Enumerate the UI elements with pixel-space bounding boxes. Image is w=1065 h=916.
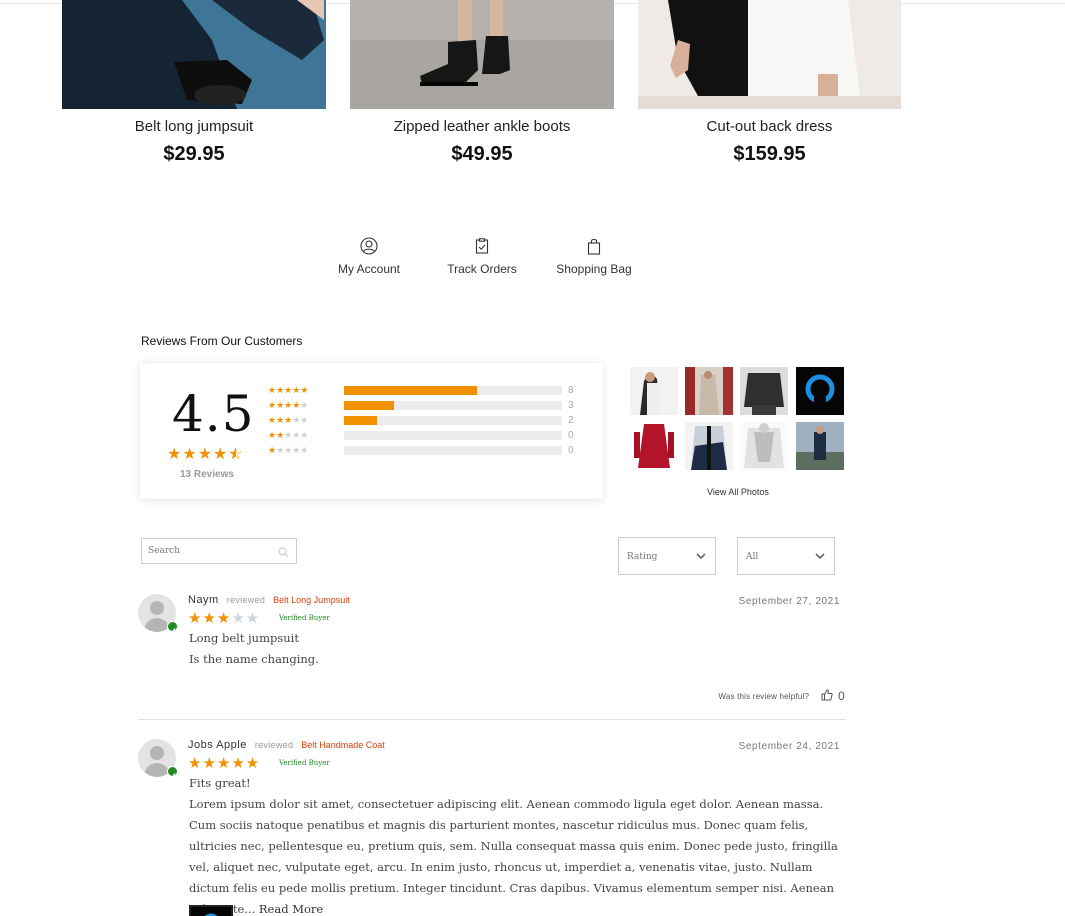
my-account-label: My Account xyxy=(337,262,401,276)
product-card-cut-out-dress[interactable]: Cut-out back dress $159.95 xyxy=(638,0,901,166)
rating-filter-select[interactable]: Rating xyxy=(618,537,716,575)
rating-count: 8 xyxy=(568,384,574,396)
stars-2: ★★★★★ xyxy=(268,429,309,440)
product-card-ankle-boots[interactable]: Zipped leather ankle boots $49.95 xyxy=(350,0,614,166)
user-circle-icon xyxy=(334,235,404,257)
review-photo[interactable] xyxy=(796,422,844,470)
review-photo[interactable] xyxy=(685,367,733,415)
product-price: $29.95 xyxy=(163,143,225,165)
product-image[interactable] xyxy=(350,0,614,109)
stars-4: ★★★★★ xyxy=(268,399,309,410)
review-attached-photo[interactable] xyxy=(189,905,233,916)
rating-summary-card: 4.5 ★★★★☆★ 13 Reviews ★★★★★ 8 ★★★★★ 3 ★★… xyxy=(140,363,603,499)
review-stars: ★★★★★ xyxy=(188,610,261,627)
stars-5: ★★★★★ xyxy=(268,384,309,395)
reviewed-text: reviewed xyxy=(254,740,294,750)
stars-1: ★★★★★ xyxy=(268,444,309,455)
product-name[interactable]: Belt long jumpsuit xyxy=(62,118,326,135)
product-card-belt-jumpsuit[interactable]: Belt long jumpsuit $29.95 xyxy=(62,0,326,166)
rating-bar xyxy=(344,385,562,395)
rating-bar xyxy=(344,430,562,440)
verified-buyer-label: Verified Buyer xyxy=(279,759,330,767)
shopping-bag-icon xyxy=(554,235,634,257)
review-text-block: Lorem ipsum dolor sit amet, consectetuer… xyxy=(189,794,849,916)
sort-filter-value: All xyxy=(746,552,759,562)
rating-bar-fill xyxy=(344,415,377,425)
helpful-label: Was this review helpful? xyxy=(718,691,810,701)
rating-row-5[interactable]: ★★★★★ 8 xyxy=(268,384,574,396)
rating-bar-fill xyxy=(344,400,395,410)
review-search-input[interactable] xyxy=(148,539,273,563)
stars-3: ★★★★★ xyxy=(268,414,309,425)
review-author: Naym xyxy=(188,594,219,606)
rating-count: 0 xyxy=(568,444,574,456)
rating-row-4[interactable]: ★★★★★ 3 xyxy=(268,399,574,411)
verified-buyer-label: Verified Buyer xyxy=(279,614,330,622)
view-all-photos-link[interactable]: View All Photos xyxy=(707,487,769,497)
review-photo[interactable] xyxy=(630,367,678,415)
rating-count: 2 xyxy=(568,414,574,426)
rating-bar-fill xyxy=(344,385,477,395)
verified-badge-icon xyxy=(167,621,178,634)
track-orders-label: Track Orders xyxy=(447,262,517,276)
rating-row-2[interactable]: ★★★★★ 0 xyxy=(268,429,574,441)
search-icon[interactable] xyxy=(278,545,289,563)
review-title: Long belt jumpsuit xyxy=(189,631,299,645)
rating-filter-value: Rating xyxy=(627,552,658,562)
rating-row-3[interactable]: ★★★★★ 2 xyxy=(268,414,574,426)
review-photo[interactable] xyxy=(630,422,678,470)
review-search-box[interactable] xyxy=(141,538,297,564)
review-meta: Naym reviewed Belt Long Jumpsuit xyxy=(188,594,350,606)
rating-bar xyxy=(344,445,562,455)
average-rating: 4.5 xyxy=(172,385,255,443)
sort-filter-select[interactable]: All xyxy=(737,537,835,575)
review-item: Naym reviewed Belt Long Jumpsuit ★★★★★ Ver… xyxy=(138,594,846,704)
review-text: Lorem ipsum dolor sit amet, consectetuer… xyxy=(189,797,838,916)
reviewed-text: reviewed xyxy=(226,595,266,605)
product-image[interactable] xyxy=(638,0,901,109)
track-orders-link[interactable]: Track Orders xyxy=(443,235,521,276)
rating-count: 0 xyxy=(568,429,574,441)
product-name[interactable]: Cut-out back dress xyxy=(638,118,901,135)
review-item: Jobs Apple reviewed Belt Handmade Coat ★★★… xyxy=(138,739,846,916)
helpful-vote: Was this review helpful? 0 xyxy=(718,689,845,703)
chevron-down-icon xyxy=(695,550,707,565)
review-photo[interactable] xyxy=(796,367,844,415)
review-count: 13 Reviews xyxy=(180,469,234,480)
review-date: September 27, 2021 xyxy=(738,596,840,607)
rating-count: 3 xyxy=(568,399,574,411)
rating-row-1[interactable]: ★★★★★ 0 xyxy=(268,444,574,456)
chevron-down-icon xyxy=(814,550,826,565)
review-meta: Jobs Apple reviewed Belt Handmade Coat xyxy=(188,739,385,751)
my-account-link[interactable]: My Account xyxy=(334,235,404,276)
review-stars: ★★★★★ xyxy=(188,755,261,772)
clipboard-check-icon xyxy=(443,235,521,257)
average-stars: ★★★★☆★ xyxy=(167,446,244,463)
product-price: $159.95 xyxy=(733,143,806,165)
helpful-count: 0 xyxy=(838,689,845,703)
rating-bar xyxy=(344,415,562,425)
read-more-link[interactable]: Read More xyxy=(259,902,323,916)
reviews-heading: Reviews From Our Customers xyxy=(141,334,303,348)
verified-badge-icon xyxy=(167,766,178,779)
review-author: Jobs Apple xyxy=(188,739,247,751)
rating-bar xyxy=(344,400,562,410)
review-photo[interactable] xyxy=(685,422,733,470)
product-image[interactable] xyxy=(62,0,326,109)
review-text: Is the name changing. xyxy=(189,652,319,666)
shopping-bag-link[interactable]: Shopping Bag xyxy=(554,235,634,276)
shopping-bag-label: Shopping Bag xyxy=(556,262,632,276)
thumbs-up-icon[interactable] xyxy=(821,689,833,703)
review-title: Fits great! xyxy=(189,776,251,790)
review-date: September 24, 2021 xyxy=(738,741,840,752)
product-name[interactable]: Zipped leather ankle boots xyxy=(350,118,614,135)
review-photo[interactable] xyxy=(740,367,788,415)
reviewed-product-link[interactable]: Belt Long Jumpsuit xyxy=(273,595,350,605)
product-price: $49.95 xyxy=(451,143,513,165)
reviewed-product-link[interactable]: Belt Handmade Coat xyxy=(301,740,385,750)
review-divider xyxy=(138,719,846,720)
review-photo[interactable] xyxy=(740,422,788,470)
